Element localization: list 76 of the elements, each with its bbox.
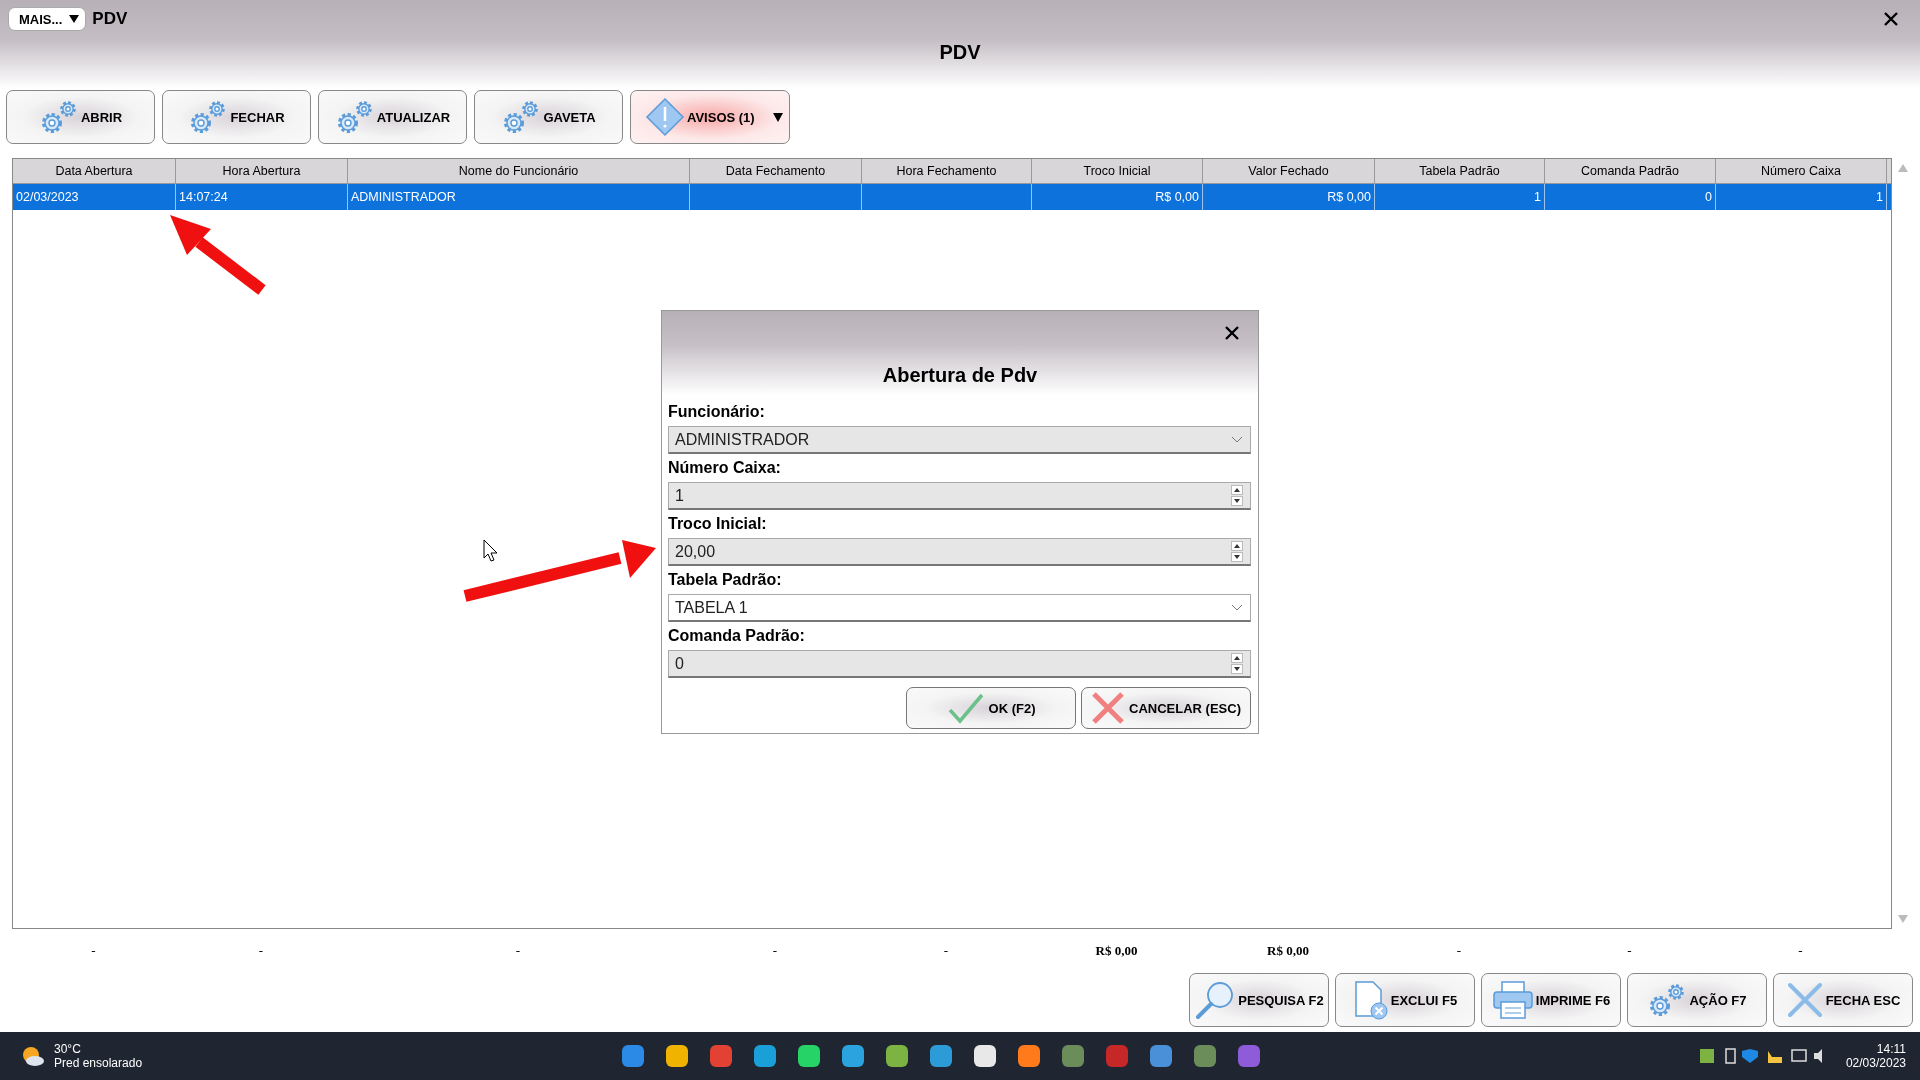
field-label: Comanda Padrão:: [668, 627, 805, 645]
table-cell: 02/03/2023: [16, 190, 79, 204]
field-label: Funcionário:: [668, 403, 765, 421]
cancel-button[interactable]: CANCELAR (ESC): [1081, 687, 1251, 729]
column-header[interactable]: Comanda Padrão: [1545, 159, 1716, 183]
mouse-cursor-icon: [483, 539, 498, 562]
action-button[interactable]: AÇÃO F7: [1627, 973, 1767, 1027]
table-cell: R$ 0,00: [1155, 190, 1199, 204]
field-label: Tabela Padrão:: [668, 571, 782, 589]
page-heading: PDV: [938, 41, 982, 64]
caret-icon: [69, 15, 80, 23]
ok-button[interactable]: OK (F2): [906, 687, 1076, 729]
app-icon[interactable]: [840, 1043, 866, 1069]
close-icon[interactable]: [1884, 12, 1898, 26]
app-icon[interactable]: [796, 1043, 822, 1069]
total-value: R$ 0,00: [1095, 943, 1138, 958]
cross-icon: [1091, 691, 1125, 725]
table-cell: 14:07:24: [179, 190, 228, 204]
dialog-title: Abertura de Pdv: [882, 364, 1038, 388]
column-header[interactable]: Tabela Padrão: [1375, 159, 1545, 183]
toolbar-button[interactable]: ABRIR: [6, 90, 155, 144]
chevron-down-icon: [1231, 436, 1243, 443]
app-icon[interactable]: [664, 1043, 690, 1069]
toolbar-button[interactable]: GAVETA: [474, 90, 623, 144]
column-header[interactable]: Nome do Funcionário: [348, 159, 690, 183]
printer-icon: [1491, 980, 1534, 1020]
total-value: -: [515, 943, 521, 958]
table-cell: 1: [1876, 190, 1883, 204]
total-value: -: [1798, 943, 1803, 958]
app-icon[interactable]: [752, 1043, 778, 1069]
close-icon[interactable]: [1225, 326, 1239, 340]
total-value: -: [258, 943, 264, 958]
warning-diamond-icon: [645, 97, 685, 137]
document-delete-icon: [1352, 980, 1389, 1020]
alerts-button[interactable]: AVISOS (1): [630, 90, 790, 144]
action-button[interactable]: IMPRIME F6: [1481, 973, 1621, 1027]
column-header[interactable]: Troco Inicial: [1032, 159, 1203, 183]
chevron-down-icon: [1231, 604, 1243, 611]
clock-time: 14:11: [1876, 1042, 1906, 1056]
total-value: -: [772, 943, 778, 958]
total-value: -: [1627, 943, 1632, 958]
table-cell: 1: [1534, 190, 1541, 204]
temperature: 30°C: [54, 1042, 82, 1056]
column-header[interactable]: Valor Fechado: [1203, 159, 1375, 183]
table-cell: ADMINISTRADOR: [351, 190, 456, 204]
field-label: Número Caixa:: [668, 459, 781, 477]
column-header[interactable]: Data Abertura: [13, 159, 176, 183]
dropdown-field[interactable]: TABELA 1: [668, 594, 1251, 622]
weather-condition: Pred ensolarado: [54, 1056, 143, 1070]
checkmark-icon: [946, 692, 985, 724]
more-menu-button[interactable]: MAIS...: [8, 7, 87, 31]
toolbar-button[interactable]: ATUALIZAR: [318, 90, 467, 144]
action-button[interactable]: FECHA ESC: [1773, 973, 1913, 1027]
total-value: -: [943, 943, 949, 958]
app-icon[interactable]: [972, 1043, 998, 1069]
clock-date: 02/03/2023: [1845, 1056, 1906, 1070]
toolbar-button[interactable]: FECHAR: [162, 90, 311, 144]
field-label: Troco Inicial:: [668, 515, 767, 533]
column-header[interactable]: Data Fechamento: [690, 159, 862, 183]
table-cell: R$ 0,00: [1327, 190, 1371, 204]
weather-sun-cloud-icon: [20, 1044, 46, 1068]
total-value: R$ 0,00: [1267, 943, 1309, 958]
table-cell: 0: [1705, 190, 1712, 204]
caret-icon: [773, 112, 783, 122]
action-button[interactable]: EXCLUI F5: [1335, 973, 1475, 1027]
close-icon: [1785, 981, 1824, 1019]
action-button[interactable]: PESQUISA F2: [1189, 973, 1329, 1027]
column-header[interactable]: Hora Fechamento: [862, 159, 1032, 183]
column-header[interactable]: Número Caixa: [1716, 159, 1887, 183]
app-icon[interactable]: [1016, 1043, 1042, 1069]
table-row[interactable]: 02/03/2023 14:07:24 ADMINISTRADOR R$ 0,00 R$ 0,00 1 0 1: [13, 184, 1891, 210]
column-header[interactable]: Hora Abertura: [176, 159, 348, 183]
total-value: -: [1456, 943, 1462, 958]
total-value: -: [91, 943, 96, 958]
app-icon[interactable]: [884, 1043, 910, 1069]
window-title: PDV: [92, 9, 128, 29]
